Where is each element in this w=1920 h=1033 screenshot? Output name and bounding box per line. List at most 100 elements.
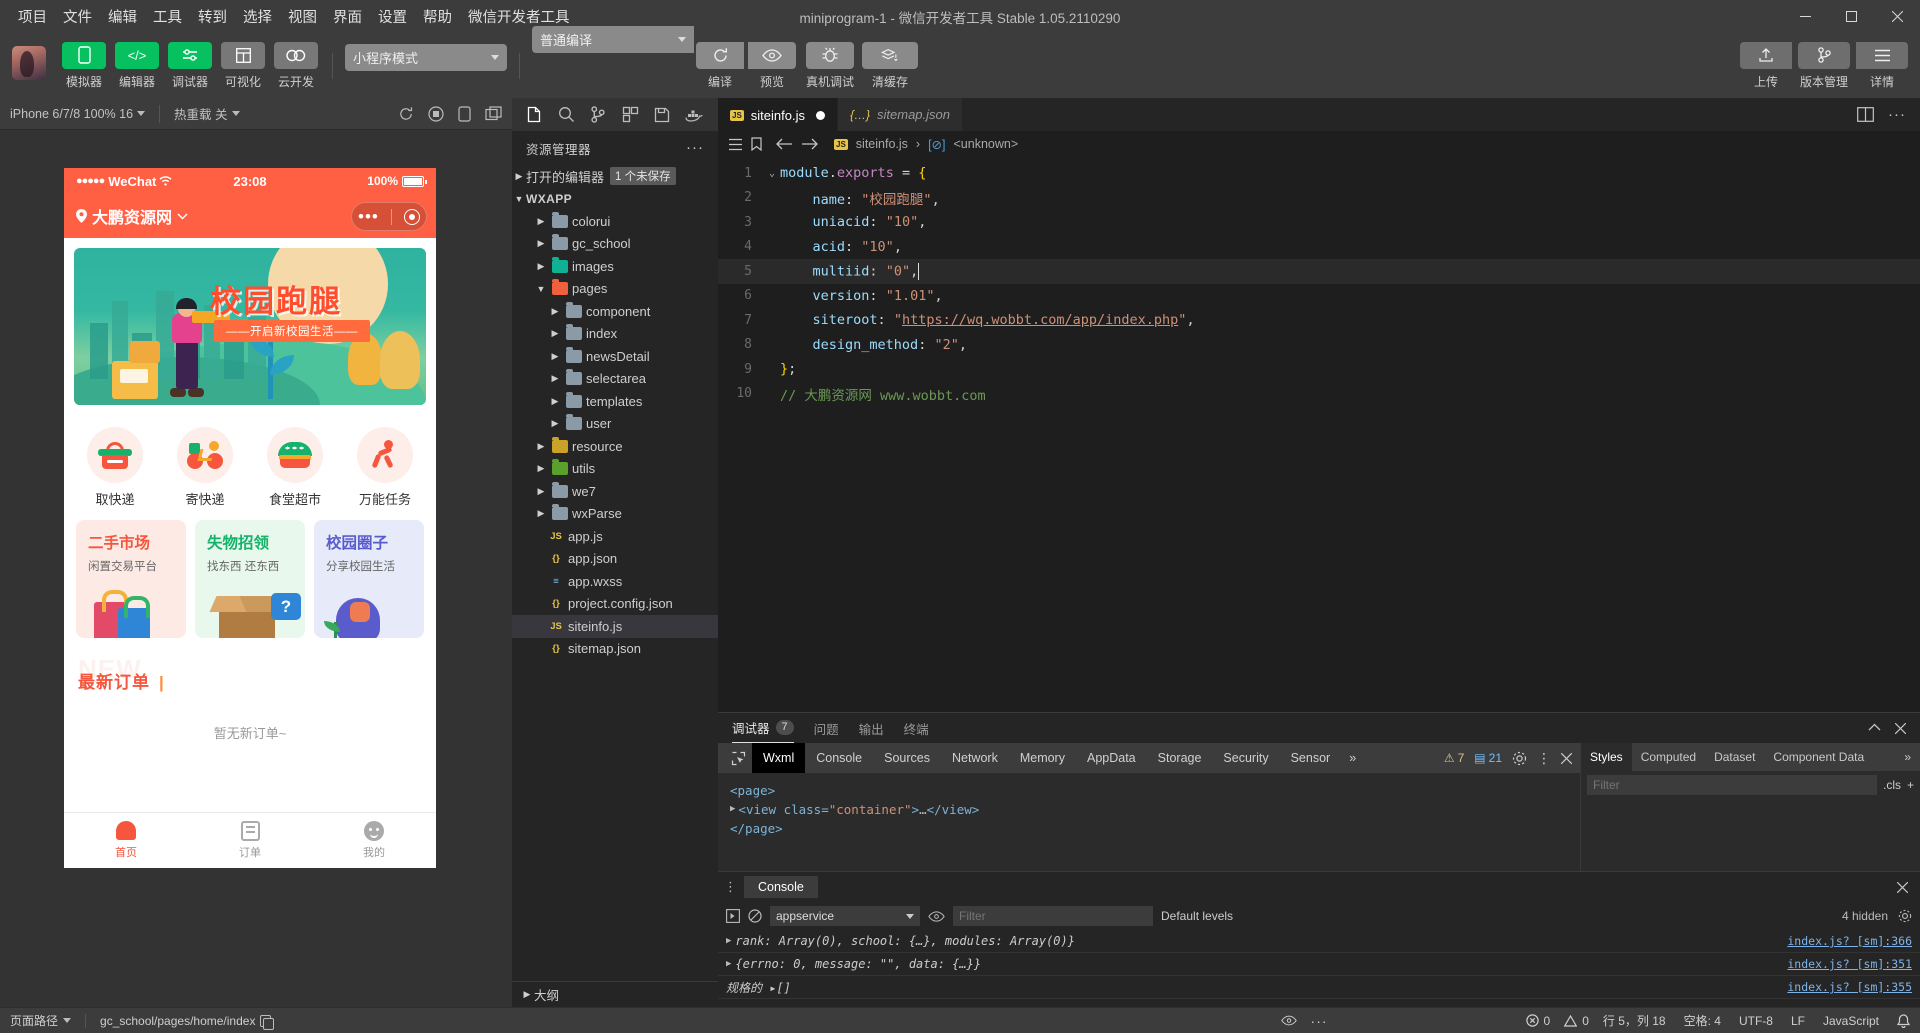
console-context-select[interactable]: appservice xyxy=(770,906,920,926)
save-icon[interactable] xyxy=(646,98,678,131)
chevron-right-icon[interactable]: ▶ xyxy=(548,306,562,317)
code-line-9[interactable]: 9}; xyxy=(718,357,1920,382)
inspector-tab-appdata[interactable]: AppData xyxy=(1076,743,1147,773)
panel-tab-output[interactable]: 输出 xyxy=(859,713,884,743)
inspector-tab-sources[interactable]: Sources xyxy=(873,743,941,773)
eol-setting[interactable]: LF xyxy=(1791,1014,1805,1028)
tab-mine[interactable]: 我的 xyxy=(312,813,436,868)
menu-item-view[interactable]: 视图 xyxy=(280,2,325,31)
editor-toggle-button[interactable]: </> 编辑器 xyxy=(113,42,161,90)
console-filter-input[interactable] xyxy=(953,906,1153,926)
tree-row-newsdetail[interactable]: ▶newsDetail xyxy=(512,345,718,368)
console-eye-icon[interactable] xyxy=(928,911,945,922)
console-prompt[interactable]: > xyxy=(718,999,1920,1007)
tree-row-component[interactable]: ▶component xyxy=(512,300,718,323)
target-icon[interactable] xyxy=(404,209,420,225)
breadcrumb-file[interactable]: siteinfo.js xyxy=(856,137,908,151)
inspector-tab-security[interactable]: Security xyxy=(1212,743,1279,773)
search-icon[interactable] xyxy=(550,98,582,131)
console-row-2[interactable]: 规格的 ▸[] index.js? [sm]:355 xyxy=(718,976,1920,999)
styles-tab-styles[interactable]: Styles xyxy=(1581,743,1632,771)
tree-row-templates[interactable]: ▶templates xyxy=(512,390,718,413)
menu-item-settings[interactable]: 设置 xyxy=(370,2,415,31)
tree-row-siteinfo-js[interactable]: JSsiteinfo.js xyxy=(512,615,718,638)
more-icon-status[interactable]: ··· xyxy=(1311,1018,1328,1024)
chevron-right-icon[interactable]: ▶ xyxy=(534,216,548,227)
card-lostfound[interactable]: 失物招领 找东西 还东西 ? xyxy=(195,520,305,638)
preview-button[interactable]: 预览 xyxy=(746,42,798,90)
more-actions-icon-editor[interactable]: ··· xyxy=(1888,111,1906,119)
tree-row-project-config-json[interactable]: {}project.config.json xyxy=(512,593,718,616)
tree-row-we7[interactable]: ▶we7 xyxy=(512,480,718,503)
gear-icon[interactable] xyxy=(1512,751,1527,766)
code-editor[interactable]: 1⌄module.exports = {2 name: "校园跑腿",3 uni… xyxy=(718,157,1920,712)
inspector-tab-network[interactable]: Network xyxy=(941,743,1009,773)
chevron-right-icon[interactable]: ▶ xyxy=(534,508,548,519)
device-select[interactable]: iPhone 6/7/8 100% 16 xyxy=(10,107,159,121)
sim-multiscreen-icon[interactable] xyxy=(485,106,502,121)
split-editor-icon[interactable] xyxy=(1857,107,1874,122)
code-line-8[interactable]: 8 design_method: "2", xyxy=(718,333,1920,358)
error-count[interactable]: ▤ 21 xyxy=(1474,751,1502,765)
upload-button[interactable]: 上传 xyxy=(1740,42,1792,90)
code-line-5[interactable]: 5 multiid: "0", xyxy=(718,259,1920,284)
quick-action-pickup[interactable]: 取快递 xyxy=(70,427,160,508)
console-row-1[interactable]: ▶ {errno: 0, message: "", data: {…}} ind… xyxy=(718,953,1920,976)
menu-item-edit[interactable]: 编辑 xyxy=(100,2,145,31)
code-line-7[interactable]: 7 siteroot: "https://wq.wobbt.com/app/in… xyxy=(718,308,1920,333)
source-control-icon[interactable] xyxy=(582,98,614,131)
home-banner[interactable]: 校园跑腿 ——开启新校园生活—— xyxy=(74,248,426,405)
compile-select[interactable]: 普通编译 xyxy=(532,26,694,53)
page-path-select[interactable]: 页面路径 xyxy=(10,1012,71,1029)
error-count-status[interactable]: 0 xyxy=(1526,1014,1551,1028)
menu-item-interface[interactable]: 界面 xyxy=(325,2,370,31)
wxml-tree[interactable]: <page> ▶ <view class="container">…</view… xyxy=(718,773,1580,871)
menu-item-tools[interactable]: 工具 xyxy=(145,2,190,31)
chevron-right-icon[interactable]: ▶ xyxy=(534,441,548,452)
tree-row-app-wxss[interactable]: ≡app.wxss xyxy=(512,570,718,593)
tab-home[interactable]: 首页 xyxy=(64,813,188,868)
console-row-0[interactable]: ▶ rank: Array(0), school: {…}, modules: … xyxy=(718,930,1920,953)
chevron-right-icon[interactable]: ▶ xyxy=(534,261,548,272)
chevron-right-icon[interactable]: ▶ xyxy=(548,351,562,362)
tree-row-index[interactable]: ▶index xyxy=(512,323,718,346)
sim-record-icon[interactable] xyxy=(428,106,444,122)
quick-action-send[interactable]: 寄快递 xyxy=(160,427,250,508)
breadcrumb-symbol[interactable]: <unknown> xyxy=(954,137,1019,151)
copy-icon[interactable] xyxy=(260,1015,271,1027)
hot-reload-select[interactable]: 热重载 关 xyxy=(174,104,253,123)
tree-row-gc-school[interactable]: ▶gc_school xyxy=(512,233,718,256)
styles-overflow-icon[interactable]: » xyxy=(1895,743,1920,771)
console-run-icon[interactable] xyxy=(726,909,740,923)
chevron-up-icon[interactable] xyxy=(1868,723,1881,734)
details-button[interactable]: 详情 xyxy=(1856,42,1908,90)
code-line-6[interactable]: 6 version: "1.01", xyxy=(718,284,1920,309)
cursor-position[interactable]: 行 5，列 18 xyxy=(1603,1012,1666,1029)
console-row-source-1[interactable]: index.js? [sm]:351 xyxy=(1787,957,1912,971)
simulator-toggle-button[interactable]: 模拟器 xyxy=(60,42,108,90)
wechat-capsule[interactable]: ••• xyxy=(351,202,427,231)
sim-rotate-icon[interactable] xyxy=(458,106,471,122)
element-picker-icon[interactable] xyxy=(724,743,752,773)
language-mode[interactable]: JavaScript xyxy=(1823,1014,1879,1028)
code-line-1[interactable]: 1⌄module.exports = { xyxy=(718,161,1920,186)
inspector-tab-memory[interactable]: Memory xyxy=(1009,743,1076,773)
back-arrow-icon[interactable] xyxy=(776,138,793,150)
more-actions-icon[interactable]: ··· xyxy=(686,144,704,152)
avatar[interactable] xyxy=(12,46,46,80)
inspector-tab-storage[interactable]: Storage xyxy=(1147,743,1213,773)
tree-row-images[interactable]: ▶images xyxy=(512,255,718,278)
tree-row-app-json[interactable]: {}app.json xyxy=(512,548,718,571)
styles-tab-dataset[interactable]: Dataset xyxy=(1705,743,1764,771)
panel-tab-debugger[interactable]: 调试器 7 xyxy=(732,713,794,743)
tab-sitemap-json[interactable]: {…} sitemap.json xyxy=(838,98,963,131)
styles-tab-component-data[interactable]: Component Data xyxy=(1764,743,1873,771)
simulator-eye-toggle[interactable] xyxy=(1281,1015,1297,1026)
close-icon-panel[interactable] xyxy=(1895,723,1906,734)
menu-item-goto[interactable]: 转到 xyxy=(190,2,235,31)
tab-siteinfo-js[interactable]: JS siteinfo.js xyxy=(718,98,838,131)
outline-icon[interactable] xyxy=(728,138,743,151)
chevron-right-icon[interactable]: ▶ xyxy=(534,238,548,249)
tree-row-user[interactable]: ▶user xyxy=(512,413,718,436)
close-icon-inspector[interactable] xyxy=(1561,753,1572,764)
